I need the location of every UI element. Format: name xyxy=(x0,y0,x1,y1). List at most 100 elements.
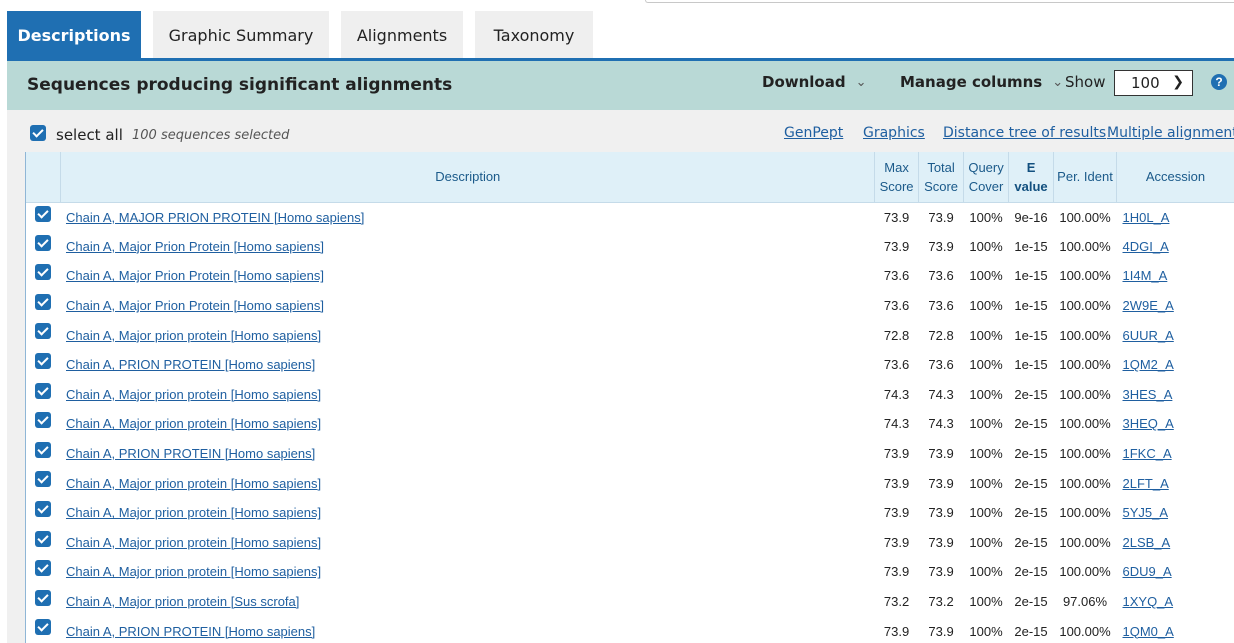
row-checkbox[interactable] xyxy=(35,530,52,547)
select-all-checkbox[interactable] xyxy=(30,125,46,141)
row-accession-link[interactable]: 3HEQ_A xyxy=(1123,416,1174,431)
row-description-link[interactable]: Chain A, Major Prion Protein [Homo sapie… xyxy=(66,268,324,283)
row-accession-link[interactable]: 6DU9_A xyxy=(1123,564,1172,579)
row-description-link[interactable]: Chain A, Major prion protein [Homo sapie… xyxy=(66,328,321,343)
row-per-ident: 100.00% xyxy=(1059,475,1111,491)
row-checkbox[interactable] xyxy=(35,352,52,369)
download-button[interactable]: Download ⌄ xyxy=(762,73,867,91)
row-description-link[interactable]: Chain A, PRION PROTEIN [Homo sapiens] xyxy=(66,624,315,639)
row-e-value: 2e-15 xyxy=(1014,475,1048,491)
row-accession-cell: 2LFT_A xyxy=(1117,468,1234,498)
row-e-value: 1e-15 xyxy=(1014,268,1048,284)
row-checkbox[interactable] xyxy=(35,471,52,488)
column-header-total-score[interactable]: Total Score xyxy=(918,152,965,203)
row-description-link[interactable]: Chain A, Major prion protein [Homo sapie… xyxy=(66,564,321,579)
row-accession-link[interactable]: 1QM2_A xyxy=(1123,357,1174,372)
help-icon[interactable]: ? xyxy=(1211,74,1227,90)
row-description-cell: Chain A, PRION PROTEIN [Homo sapiens] xyxy=(61,616,875,643)
row-checkbox[interactable] xyxy=(35,619,52,636)
row-max-score: 73.9 xyxy=(883,505,910,521)
row-checkbox[interactable] xyxy=(35,441,52,458)
row-checkbox[interactable] xyxy=(35,323,52,340)
row-accession-link[interactable]: 4DGI_A xyxy=(1123,239,1169,254)
row-select-cell xyxy=(26,291,61,321)
row-checkbox[interactable] xyxy=(35,382,52,399)
row-e-value: 2e-15 xyxy=(1014,594,1048,610)
row-e-value: 9e-16 xyxy=(1014,209,1048,225)
row-accession-cell: 4DGI_A xyxy=(1117,232,1234,262)
row-checkbox[interactable] xyxy=(35,205,52,222)
column-header-max-score[interactable]: Max Score xyxy=(874,152,920,203)
row-query-cover: 100% xyxy=(969,505,1003,521)
row-accession-cell: 6DU9_A xyxy=(1117,557,1234,587)
row-e-value: 2e-15 xyxy=(1014,386,1048,402)
column-header-query-cover[interactable]: Query Cover xyxy=(963,152,1010,203)
genpept-link[interactable]: GenPept xyxy=(784,125,843,141)
row-description-link[interactable]: Chain A, Major prion protein [Homo sapie… xyxy=(66,505,321,520)
row-description-link[interactable]: Chain A, Major prion protein [Homo sapie… xyxy=(66,387,321,402)
results-table: Description Max Score Total Score Query … xyxy=(25,152,1234,643)
row-accession-link[interactable]: 2W9E_A xyxy=(1123,298,1174,313)
row-per-ident: 100.00% xyxy=(1059,209,1111,225)
row-checkbox[interactable] xyxy=(35,500,52,517)
row-accession-link[interactable]: 3HES_A xyxy=(1123,387,1173,402)
row-description-link[interactable]: Chain A, Major prion protein [Homo sapie… xyxy=(66,416,321,431)
row-accession-link[interactable]: 1QM0_A xyxy=(1123,624,1174,639)
row-description-cell: Chain A, PRION PROTEIN [Homo sapiens] xyxy=(61,439,875,469)
multiple-alignment-link[interactable]: Multiple alignment xyxy=(1107,125,1234,141)
row-description-link[interactable]: Chain A, Major prion protein [Sus scrofa… xyxy=(66,594,299,609)
graphics-link[interactable]: Graphics xyxy=(863,125,925,141)
row-description-link[interactable]: Chain A, Major prion protein [Homo sapie… xyxy=(66,535,321,550)
row-accession-link[interactable]: 2LSB_A xyxy=(1123,535,1171,550)
row-checkbox[interactable] xyxy=(35,560,52,577)
row-checkbox[interactable] xyxy=(35,589,52,606)
row-checkbox[interactable] xyxy=(35,234,52,251)
table-row: Chain A, MAJOR PRION PROTEIN [Homo sapie… xyxy=(26,202,1234,232)
column-header-per-ident[interactable]: Per. Ident xyxy=(1053,152,1117,203)
row-select-cell xyxy=(26,261,61,291)
row-checkbox[interactable] xyxy=(35,412,52,429)
show-count-select[interactable]: 100 ❯ xyxy=(1114,70,1193,96)
row-description-cell: Chain A, Major Prion Protein [Homo sapie… xyxy=(61,291,875,321)
distance-tree-link[interactable]: Distance tree of results xyxy=(943,125,1106,141)
column-header-e-value[interactable]: E value xyxy=(1008,152,1055,203)
row-e-value: 1e-15 xyxy=(1014,357,1048,373)
row-description-link[interactable]: Chain A, PRION PROTEIN [Homo sapiens] xyxy=(66,446,315,461)
column-header-description[interactable]: Description xyxy=(60,152,876,203)
row-total-score: 74.3 xyxy=(928,416,954,432)
row-description-link[interactable]: Chain A, Major prion protein [Homo sapie… xyxy=(66,476,321,491)
tab-graphic-summary[interactable]: Graphic Summary xyxy=(153,11,329,59)
row-query-cover: 100% xyxy=(969,268,1003,284)
row-checkbox[interactable] xyxy=(35,293,52,310)
column-header-accession[interactable]: Accession xyxy=(1116,152,1234,203)
row-total-score: 73.9 xyxy=(928,238,954,254)
row-accession-link[interactable]: 1I4M_A xyxy=(1123,268,1168,283)
table-row: Chain A, Major prion protein [Homo sapie… xyxy=(26,468,1234,498)
download-label: Download xyxy=(762,73,846,91)
row-accession-link[interactable]: 5YJ5_A xyxy=(1123,505,1169,520)
table-row: Chain A, Major prion protein [Homo sapie… xyxy=(26,528,1234,558)
row-description-link[interactable]: Chain A, MAJOR PRION PROTEIN [Homo sapie… xyxy=(66,210,364,225)
row-accession-link[interactable]: 2LFT_A xyxy=(1123,476,1169,491)
row-max-score: 73.9 xyxy=(883,564,910,580)
row-accession-link[interactable]: 1FKC_A xyxy=(1123,446,1172,461)
tab-alignments[interactable]: Alignments xyxy=(341,11,463,59)
row-accession-link[interactable]: 6UUR_A xyxy=(1123,328,1174,343)
row-select-cell xyxy=(26,380,61,410)
row-description-link[interactable]: Chain A, Major Prion Protein [Homo sapie… xyxy=(66,239,324,254)
row-accession-link[interactable]: 1XYQ_A xyxy=(1123,594,1174,609)
tab-descriptions[interactable]: Descriptions xyxy=(7,11,141,59)
row-description-link[interactable]: Chain A, Major Prion Protein [Homo sapie… xyxy=(66,298,324,313)
row-accession-link[interactable]: 1H0L_A xyxy=(1123,210,1170,225)
table-row: Chain A, Major prion protein [Homo sapie… xyxy=(26,409,1234,439)
row-e-value: 2e-15 xyxy=(1014,564,1048,580)
select-all-label[interactable]: select all xyxy=(56,126,123,144)
table-row: Chain A, Major prion protein [Homo sapie… xyxy=(26,320,1234,350)
row-select-cell xyxy=(26,439,61,469)
row-description-link[interactable]: Chain A, PRION PROTEIN [Homo sapiens] xyxy=(66,357,315,372)
row-total-score: 73.9 xyxy=(928,534,954,550)
row-checkbox[interactable] xyxy=(35,264,52,281)
tab-taxonomy[interactable]: Taxonomy xyxy=(475,11,593,59)
previous-panel-edge xyxy=(645,0,1234,3)
manage-columns-button[interactable]: Manage columns ⌄ xyxy=(900,73,1063,91)
